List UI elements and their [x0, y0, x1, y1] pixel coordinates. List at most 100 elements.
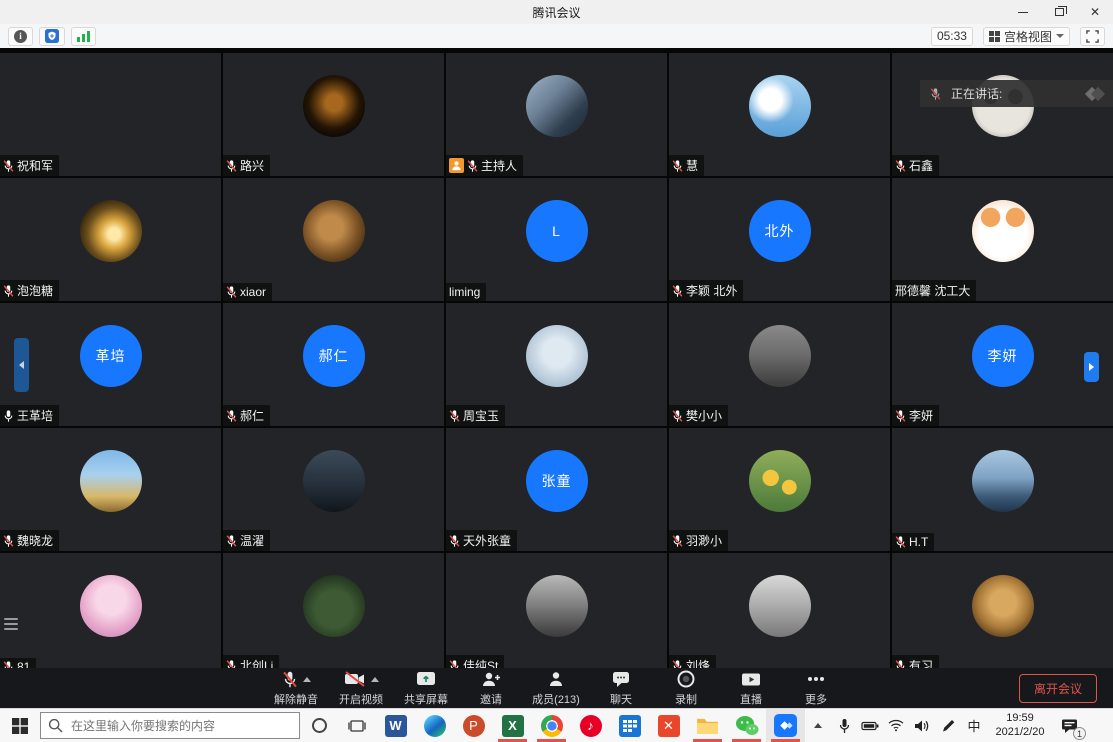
participant-tile[interactable]: L liming	[446, 178, 667, 301]
next-page-button[interactable]	[1084, 352, 1099, 382]
avatar	[80, 575, 142, 637]
chat-button[interactable]: 聊天	[597, 669, 645, 707]
calendar-icon	[619, 715, 641, 737]
participant-label: 81	[0, 658, 36, 668]
avatar-initials: 郝仁	[319, 346, 349, 366]
participant-tile[interactable]: 羽渺小	[669, 428, 890, 551]
taskbar-app-xmind[interactable]: ✕	[649, 709, 688, 742]
participant-tile[interactable]: 郝仁 郝仁	[223, 303, 444, 426]
mic-icon	[226, 659, 237, 669]
layout-list-icon[interactable]	[4, 618, 18, 630]
avatar	[303, 75, 365, 137]
leave-meeting-button[interactable]: 离开会议	[1019, 674, 1097, 703]
chevron-up-icon[interactable]	[371, 677, 379, 682]
minimize-button[interactable]	[1005, 0, 1041, 24]
tray-volume[interactable]	[909, 709, 935, 742]
more-button[interactable]: 更多	[792, 669, 840, 707]
participant-tile[interactable]: 主持人	[446, 53, 667, 176]
button-label: 录制	[675, 691, 697, 707]
taskbar-app-powerpoint[interactable]: P	[454, 709, 493, 742]
tray-pen[interactable]	[935, 709, 961, 742]
taskbar-search-input[interactable]	[40, 712, 300, 739]
tray-ime[interactable]: 中	[961, 709, 987, 742]
participant-tile[interactable]: 张童 天外张童	[446, 428, 667, 551]
avatar	[972, 200, 1034, 262]
mic-icon	[672, 409, 683, 423]
participant-tile[interactable]: 有习	[892, 553, 1113, 668]
participant-tile[interactable]: 石鑫	[892, 53, 1113, 176]
participant-tile[interactable]: 祝和军	[0, 53, 221, 176]
participant-tile[interactable]: 泡泡糖	[0, 178, 221, 301]
close-button[interactable]: ✕	[1077, 0, 1113, 24]
tray-clock[interactable]: 19:59 2021/2/20	[987, 709, 1053, 742]
task-view-button[interactable]	[338, 709, 376, 742]
cortana-button[interactable]	[300, 709, 338, 742]
participant-label: xiaor	[223, 283, 272, 301]
live-stream-button[interactable]: 直播	[727, 669, 775, 707]
participant-tile[interactable]: H.T	[892, 428, 1113, 551]
restore-button[interactable]	[1041, 0, 1077, 24]
participant-tile[interactable]: 北创Li	[223, 553, 444, 668]
participant-name: 周宝玉	[463, 407, 499, 424]
taskbar-app-edge[interactable]	[415, 709, 454, 742]
tray-expand-button[interactable]	[805, 709, 831, 742]
participant-tile[interactable]: 81	[0, 553, 221, 668]
tray-wifi[interactable]	[883, 709, 909, 742]
previous-page-button[interactable]	[14, 338, 29, 392]
network-status-button[interactable]	[71, 27, 96, 46]
fullscreen-button[interactable]	[1080, 27, 1105, 46]
notification-center-button[interactable]: 1	[1053, 709, 1087, 742]
taskbar-app-excel[interactable]: X	[493, 709, 532, 742]
participant-name: 路兴	[240, 157, 264, 174]
participant-tile[interactable]: 温濯	[223, 428, 444, 551]
participant-tile[interactable]: 魏晓龙	[0, 428, 221, 551]
members-button[interactable]: 成员(213)	[532, 669, 580, 707]
participant-tile[interactable]: 路兴	[223, 53, 444, 176]
tray-microphone[interactable]	[831, 709, 857, 742]
participant-tile[interactable]: 刘烽	[669, 553, 890, 668]
record-button[interactable]: 录制	[662, 669, 710, 707]
taskbar-app-netease-music[interactable]: ♪	[571, 709, 610, 742]
view-mode-button[interactable]: 宫格视图	[983, 27, 1070, 46]
chevron-left-icon	[19, 361, 24, 369]
speaker-icon	[914, 719, 930, 733]
meeting-security-button[interactable]	[39, 27, 65, 46]
participant-tile[interactable]: 北外 李颖 北外	[669, 178, 890, 301]
wechat-icon	[735, 715, 759, 736]
start-video-button[interactable]: 开启视频	[337, 669, 385, 707]
taskbar-app-chrome[interactable]	[532, 709, 571, 742]
participant-tile[interactable]: 邢德馨 沈工大	[892, 178, 1113, 301]
video-grid-area: 祝和军 路兴 主持人 慧	[0, 48, 1113, 668]
taskbar-app-wechat[interactable]	[727, 709, 766, 742]
avatar: 李妍	[972, 325, 1034, 387]
participant-tile[interactable]: 樊小小	[669, 303, 890, 426]
taskbar-app-tencent-meeting[interactable]	[766, 709, 805, 742]
participant-tile[interactable]: 李妍 李妍	[892, 303, 1113, 426]
taskbar-app-word[interactable]: W	[376, 709, 415, 742]
participant-name: 李颖 北外	[686, 282, 737, 299]
windows-logo-icon	[12, 718, 28, 734]
participant-tile[interactable]: 佳纯St	[446, 553, 667, 668]
chevron-down-icon	[1056, 34, 1064, 38]
chrome-icon	[541, 715, 563, 737]
share-screen-button[interactable]: 共享屏幕	[402, 669, 450, 707]
taskbar-app-calendar[interactable]	[610, 709, 649, 742]
participant-tile[interactable]: 慧	[669, 53, 890, 176]
meeting-info-button[interactable]: i	[8, 27, 33, 46]
start-button[interactable]	[0, 709, 40, 742]
avatar	[526, 575, 588, 637]
participant-label: 主持人	[446, 155, 523, 176]
participant-name: 王革培	[17, 407, 53, 424]
participant-name: 佳纯St	[463, 657, 498, 668]
unmute-button[interactable]: 解除静音	[272, 669, 320, 707]
chevron-up-icon[interactable]	[303, 677, 311, 682]
tray-battery[interactable]	[857, 709, 883, 742]
taskbar-app-file-explorer[interactable]	[688, 709, 727, 742]
invite-button[interactable]: 邀请	[467, 669, 515, 707]
participant-tile[interactable]: xiaor	[223, 178, 444, 301]
participant-label: 周宝玉	[446, 405, 505, 426]
more-dots-icon	[807, 676, 825, 682]
participant-name: liming	[449, 285, 480, 299]
participant-tile[interactable]: 周宝玉	[446, 303, 667, 426]
participant-tile[interactable]: 革培 王革培	[0, 303, 221, 426]
